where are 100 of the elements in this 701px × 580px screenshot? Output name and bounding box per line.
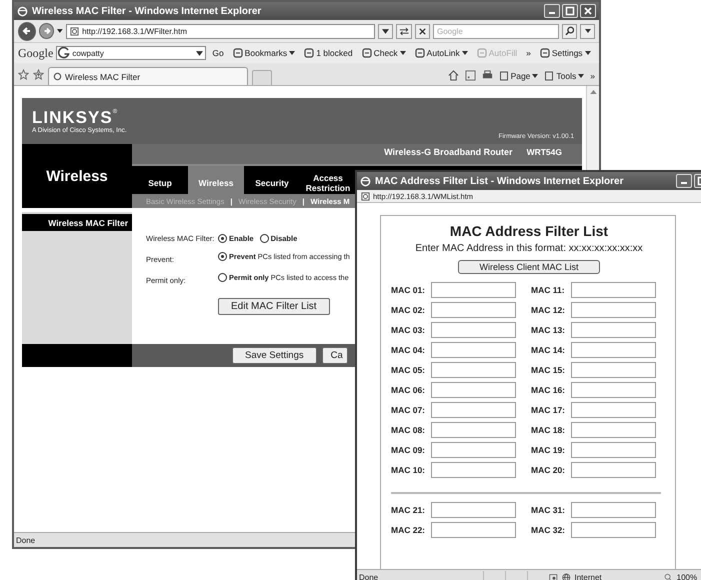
browser-logo-icon	[360, 176, 371, 186]
feed-icon[interactable]	[464, 70, 476, 81]
mac-field[interactable]	[571, 462, 656, 478]
caret-icon	[578, 74, 584, 78]
toolbar-button[interactable]: 1 blocked	[301, 48, 356, 58]
mac-field[interactable]	[571, 282, 656, 298]
refresh-button[interactable]	[396, 24, 412, 38]
product-name: Wireless-G Broadband Router	[384, 147, 513, 157]
star-icon[interactable]	[33, 69, 44, 80]
maximize-button[interactable]	[562, 4, 578, 18]
caret-icon	[584, 51, 591, 55]
toolbar-button[interactable]: Check	[358, 48, 409, 58]
toolbar-button[interactable]: Go	[209, 48, 227, 58]
toolbar-button[interactable]: AutoLink	[412, 48, 471, 58]
zoom-icon[interactable]	[664, 572, 673, 580]
scroll-up-icon[interactable]	[590, 90, 596, 94]
forward-button[interactable]	[39, 23, 54, 39]
mac-field[interactable]	[431, 442, 516, 458]
mac-field[interactable]	[431, 462, 516, 478]
mac-label: MAC 08:	[391, 425, 426, 435]
browser-tab[interactable]: Wireless MAC Filter	[48, 67, 248, 85]
zoom-level[interactable]: 100%	[676, 572, 698, 580]
print-icon[interactable]	[482, 70, 493, 81]
mac-field[interactable]	[431, 282, 516, 298]
save-button[interactable]: Save Settings	[232, 347, 317, 364]
minimize-button[interactable]	[544, 4, 560, 18]
mac-field[interactable]	[431, 302, 516, 318]
minimize-icon	[549, 12, 555, 14]
dropdown-button[interactable]	[580, 24, 595, 38]
document-icon	[498, 70, 509, 80]
home-icon[interactable]	[448, 70, 459, 81]
mac-field[interactable]	[431, 422, 516, 438]
minimize-icon	[681, 182, 687, 184]
search-field[interactable]: Google	[432, 24, 559, 38]
mac-label: MAC 13:	[531, 325, 566, 335]
mac-label: MAC 22:	[391, 525, 426, 535]
command-button[interactable]: »	[590, 70, 595, 80]
back-button[interactable]	[18, 22, 36, 40]
mac-field[interactable]	[571, 322, 656, 338]
toolbar-icon	[304, 48, 314, 58]
caret-icon	[462, 51, 468, 55]
new-tab-button[interactable]	[252, 70, 272, 85]
command-button[interactable]: Page	[498, 70, 538, 80]
format-hint: Enter MAC Address in this format: xx:xx:xx:xx:xx:xx	[414, 243, 644, 254]
mac-label: MAC 01:	[391, 285, 426, 295]
status-text: Done	[16, 536, 36, 544]
address-field[interactable]: http://192.168.3.1/WFilter.htm	[66, 24, 375, 38]
mac-field[interactable]	[571, 522, 656, 538]
mac-field[interactable]	[431, 342, 516, 358]
edit-list-button[interactable]: Edit MAC Filter List	[218, 298, 330, 315]
dropdown-button[interactable]	[378, 24, 393, 38]
caret-icon[interactable]	[57, 29, 64, 33]
mac-field[interactable]	[431, 522, 516, 538]
mac-label: MAC 20:	[531, 465, 566, 475]
cancel-button[interactable]: Ca	[322, 347, 348, 364]
document-icon	[544, 70, 554, 80]
command-button[interactable]: Tools	[544, 70, 584, 80]
caret-icon	[532, 74, 538, 78]
browser-logo-icon	[17, 6, 28, 16]
mac-field[interactable]	[571, 402, 656, 418]
mac-field[interactable]	[571, 442, 656, 458]
mac-label: MAC 18:	[531, 425, 566, 435]
minimize-button[interactable]	[676, 174, 692, 188]
mac-field[interactable]	[571, 302, 656, 318]
mac-field[interactable]	[571, 422, 656, 438]
toolbar-icon	[476, 48, 487, 58]
mac-label: MAC 05:	[391, 365, 426, 375]
mac-field[interactable]	[431, 362, 516, 378]
toolbar-search-field[interactable]: cowpatty	[56, 46, 206, 60]
mac-label: MAC 12:	[531, 305, 566, 315]
toolbar-button[interactable]: Bookmarks	[230, 48, 298, 58]
maximize-icon	[565, 6, 575, 16]
mac-label: MAC 16:	[531, 385, 566, 395]
mac-field[interactable]	[431, 322, 516, 338]
forward-arrow-icon	[42, 26, 52, 36]
mac-field[interactable]	[431, 382, 516, 398]
stop-button[interactable]	[414, 24, 430, 38]
model-name: WRT54G	[526, 147, 562, 157]
star-icon[interactable]	[18, 69, 29, 80]
mac-field[interactable]	[571, 362, 656, 378]
window-title: Wireless MAC Filter - Windows Internet Explorer	[32, 6, 262, 16]
caret-icon	[584, 29, 590, 33]
client-list-button[interactable]: Wireless Client MAC List	[458, 260, 600, 274]
mac-field[interactable]	[571, 502, 656, 518]
mac-label: MAC 32:	[531, 525, 566, 535]
caret-icon	[382, 28, 389, 34]
mac-field[interactable]	[431, 402, 516, 418]
toolbar-button[interactable]: Settings	[536, 48, 594, 58]
mac-field[interactable]	[571, 382, 656, 398]
toolbar-icon	[362, 48, 372, 58]
nav-tab[interactable]: Wireless	[188, 166, 244, 194]
search-button[interactable]	[562, 24, 577, 38]
mac-field[interactable]	[431, 502, 516, 518]
close-button[interactable]	[580, 4, 596, 18]
caret-icon[interactable]	[196, 50, 204, 56]
brand-logo: LINKSYS	[32, 109, 113, 127]
mac-label: MAC 04:	[391, 345, 426, 355]
mac-field[interactable]	[571, 342, 656, 358]
form-heading: MAC Address Filter List	[448, 223, 610, 239]
toolbar-button[interactable]: »	[523, 48, 534, 58]
